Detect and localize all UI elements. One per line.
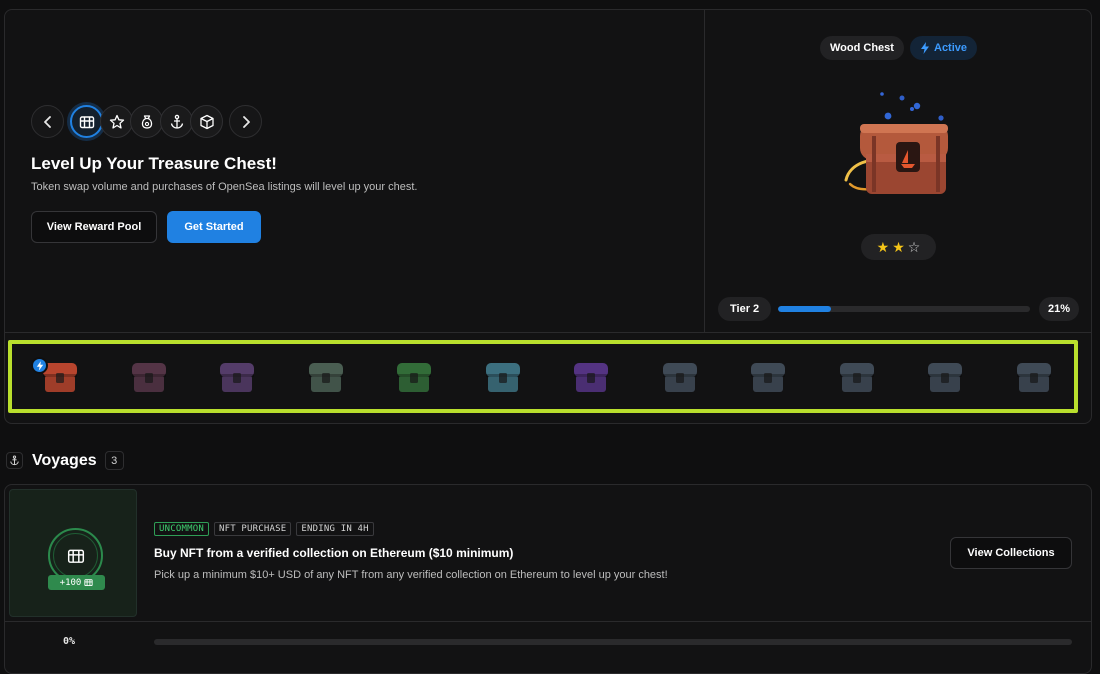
category-money-bag[interactable] [130,105,163,138]
active-tier-badge [31,357,48,374]
current-chest-panel: Wood Chest Active ★ ★ ☆ [705,10,1091,333]
status-label: Active [934,42,968,54]
chest-name-badge: Wood Chest [820,36,904,60]
chest-icon [220,363,254,392]
view-reward-pool-button[interactable]: View Reward Pool [31,211,157,243]
category-chest[interactable] [70,105,103,138]
chest-icon [79,115,94,128]
chest-icon [662,363,697,392]
chest-icon [308,363,343,392]
star-filled-icon: ★ [892,238,905,255]
voyage-card: +100 UNCOMMON NFT PURCHASE ENDING IN 4H … [4,484,1092,674]
wood-chest-image [844,92,948,194]
chest-icon [485,363,520,392]
xp-reward-badge: +100 [48,575,105,590]
category-anchor[interactable] [160,105,193,138]
tier-progress-track [778,306,1030,312]
lightning-icon [921,42,929,54]
rarity-tag: UNCOMMON [154,522,209,536]
chest-tier-item[interactable] [1014,359,1054,395]
chest-tier-item[interactable] [306,359,346,395]
status-badge: Active [910,36,978,60]
lightning-icon [36,360,43,371]
voyages-header: Voyages 3 [6,451,124,470]
voyages-count: 3 [104,451,124,470]
chest-icon [397,363,431,392]
chest-icon [131,363,166,392]
anchor-icon [10,455,19,466]
chest-tier-item[interactable] [748,359,788,395]
chest-icon [751,363,785,392]
cube-icon [199,114,214,129]
chest-tier-item[interactable] [660,359,700,395]
chest-tier-item[interactable] [837,359,877,395]
prev-button[interactable] [31,105,64,138]
xp-reward-value: +100 [59,577,82,588]
chest-tier-item[interactable] [571,359,611,395]
voyage-description: Pick up a minimum $10+ USD of any NFT fr… [154,569,668,581]
chest-tier-item[interactable] [925,359,965,395]
tier-progress-fill [778,306,831,312]
voyage-progress-track [154,639,1072,645]
star-icon [109,114,124,129]
treasure-hero-panel: Level Up Your Treasure Chest! Token swap… [4,9,1092,424]
chevron-right-icon [242,115,250,128]
star-empty-icon: ☆ [907,238,921,255]
deadline-tag: ENDING IN 4H [296,522,374,536]
chest-icon [84,579,93,587]
chest-icon [839,363,874,392]
voyage-title: Buy NFT from a verified collection on Et… [154,546,514,560]
tier-progress: Tier 2 21% [705,294,1091,333]
get-started-button[interactable]: Get Started [167,211,261,243]
category-star[interactable] [100,105,133,138]
page-title: Level Up Your Treasure Chest! [31,154,277,173]
voyage-tags: UNCOMMON NFT PURCHASE ENDING IN 4H [154,522,374,536]
chest-icon [574,363,608,392]
divider [5,621,1091,622]
chest-tier-item[interactable] [394,359,434,395]
voyages-icon-box [6,452,23,469]
chest-tier-item[interactable] [483,359,523,395]
tier-badge: Tier 2 [718,297,772,321]
voyage-progress-percent: 0% [63,636,76,647]
chest-tier-strip [8,340,1078,413]
page-subtitle: Token swap volume and purchases of OpenS… [31,181,418,193]
chest-icon [1016,363,1051,392]
chest-icon [67,549,84,563]
rating-stars: ★ ★ ☆ [861,234,936,260]
star-filled-icon: ★ [876,238,890,255]
hero-intro: Level Up Your Treasure Chest! Token swap… [5,10,705,333]
money-bag-icon [141,114,152,129]
chest-icon [928,363,962,392]
chest-tier-item[interactable] [129,359,169,395]
voyages-title: Voyages [32,451,97,469]
next-button[interactable] [229,105,262,138]
type-tag: NFT PURCHASE [213,522,292,536]
anchor-icon [170,114,183,129]
voyage-thumbnail: +100 [9,489,137,617]
category-cube[interactable] [190,105,223,138]
tier-progress-percent: 21% [1039,297,1080,321]
category-carousel [31,105,262,138]
view-collections-button[interactable]: View Collections [950,537,1072,569]
chest-tier-item[interactable] [217,359,257,395]
chevron-left-icon [43,115,51,128]
